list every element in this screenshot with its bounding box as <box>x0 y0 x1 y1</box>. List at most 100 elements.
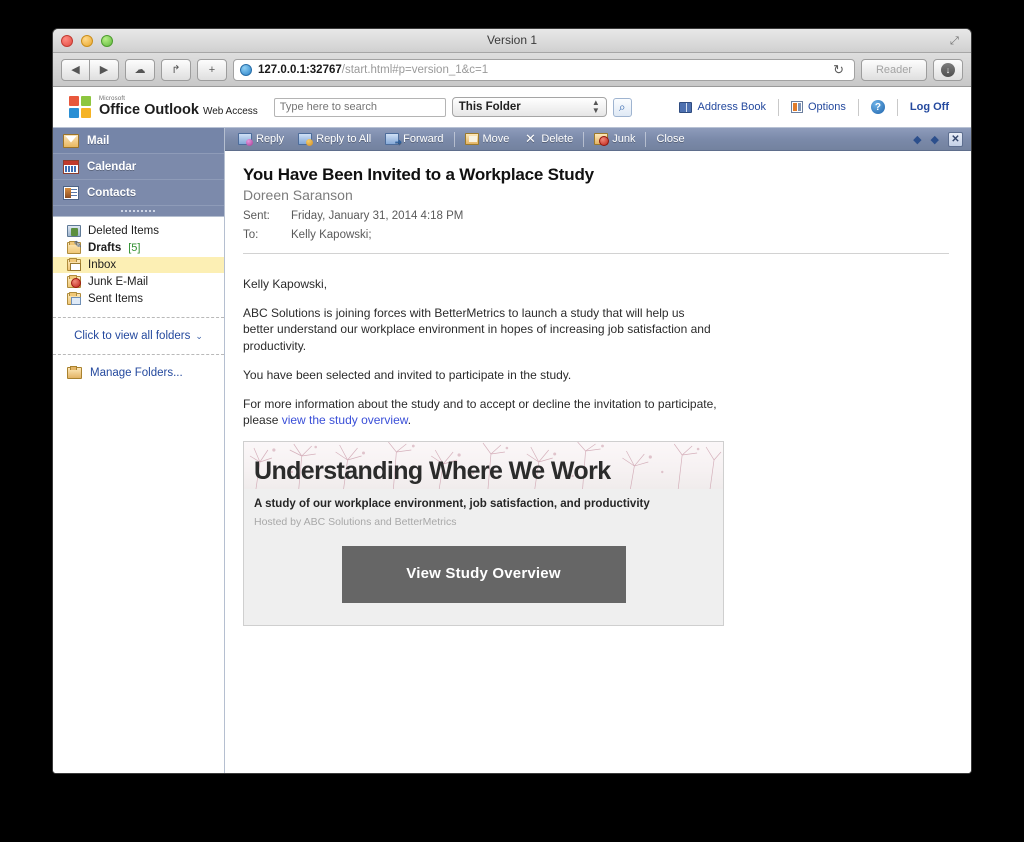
search-area: This Folder ▲▼ ⌕ <box>273 97 632 117</box>
divider <box>53 317 224 318</box>
reload-icon[interactable]: ↻ <box>833 62 844 78</box>
nav-resize-grip[interactable] <box>53 206 224 217</box>
sent-label: Sent: <box>243 210 270 222</box>
fullscreen-icon[interactable]: ⤢ <box>950 35 962 47</box>
options-link[interactable]: Options <box>779 101 858 113</box>
cloud-icon[interactable]: ☁ <box>125 58 155 81</box>
message-paragraph-2: You have been selected and invited to pa… <box>243 367 572 382</box>
to-label: To: <box>243 229 259 241</box>
url-host: 127.0.0.1:32767 <box>258 63 342 76</box>
message-to-row: To: Kelly Kapowski; <box>243 229 949 241</box>
header-links: Address Book Options ? Log Off <box>667 98 961 116</box>
view-all-folders-label: Click to view all folders <box>74 330 191 342</box>
forward-button[interactable]: Forward <box>378 130 450 149</box>
folder-label: Drafts <box>88 242 122 254</box>
search-icon: ⌕ <box>618 99 626 114</box>
folder-label: Deleted Items <box>88 225 159 237</box>
sidebar-item-label: Contacts <box>87 186 137 199</box>
divider <box>53 354 224 355</box>
message-body: Kelly Kapowski, ABC Solutions is joining… <box>243 276 949 626</box>
folder-sent-items[interactable]: Sent Items <box>53 291 224 307</box>
previous-item-icon[interactable]: ◆ <box>913 133 921 146</box>
module-nav: Mail Calendar Contacts <box>53 128 224 217</box>
chevron-updown-icon: ▲ ▼ <box>591 98 600 115</box>
sent-items-icon <box>67 292 81 305</box>
reply-all-button[interactable]: Reply to All <box>291 130 378 149</box>
message-sent-row: Sent: Friday, January 31, 2014 4:18 PM <box>243 210 949 222</box>
downloads-button[interactable]: ↓ <box>933 58 963 81</box>
forward-button[interactable]: ▶ <box>90 58 119 81</box>
promo-subtitle: A study of our workplace environment, jo… <box>254 498 650 511</box>
help-link[interactable]: ? <box>859 100 897 114</box>
promo-hero-image: Understanding Where We Work <box>244 442 723 490</box>
message-paragraph-3: For more information about the study and… <box>243 396 717 428</box>
divider <box>453 131 455 147</box>
sidebar-item-contacts[interactable]: Contacts <box>53 180 224 206</box>
folder-inbox[interactable]: Inbox <box>53 257 224 273</box>
folder-drafts[interactable]: Drafts [5] <box>53 240 224 256</box>
sidebar-item-label: Mail <box>87 134 110 147</box>
logo-suffix-text: Web Access <box>202 105 258 117</box>
search-scope-select[interactable]: This Folder ▲ ▼ <box>451 97 607 117</box>
close-button[interactable]: Close <box>649 130 691 149</box>
deleted-items-icon <box>67 225 81 237</box>
message-sender: Doreen Saranson <box>243 187 353 203</box>
search-input[interactable] <box>273 97 446 117</box>
paragraph-3-period: . <box>407 413 412 428</box>
window-title: Version 1 <box>486 33 538 47</box>
share-icon[interactable]: ↱ <box>161 58 191 81</box>
reply-button[interactable]: Reply <box>231 130 291 149</box>
log-off-label: Log Off <box>909 101 949 113</box>
sent-value: Friday, January 31, 2014 4:18 PM <box>291 210 464 222</box>
chevron-down-icon: ⌄ <box>195 330 203 341</box>
folder-junk-email[interactable]: Junk E-Mail <box>53 274 224 290</box>
message-subject: You Have Been Invited to a Workplace Stu… <box>243 165 594 184</box>
mail-icon <box>63 133 79 148</box>
new-tab-button[interactable]: + <box>197 58 227 81</box>
reader-button[interactable]: Reader <box>861 58 927 81</box>
page-content: Microsoft Office Outlook Web Access This… <box>53 87 971 773</box>
delete-icon: ✕ <box>524 131 536 146</box>
address-book-icon <box>679 101 693 113</box>
address-bar[interactable]: 127.0.0.1:32767 /start.html#p=version_1&… <box>233 58 855 81</box>
next-item-icon[interactable]: ◆ <box>931 133 939 146</box>
delete-button[interactable]: ✕ Delete <box>516 130 580 149</box>
folder-count: [5] <box>128 242 141 254</box>
help-icon: ? <box>870 100 885 114</box>
options-label: Options <box>807 101 846 113</box>
sidebar-item-mail[interactable]: Mail <box>53 128 224 154</box>
owa-header: Microsoft Office Outlook Web Access This… <box>53 87 971 128</box>
search-scope-value: This Folder <box>458 101 521 113</box>
view-study-overview-button[interactable]: View Study Overview <box>341 546 626 603</box>
back-button[interactable]: ◀ <box>61 58 90 81</box>
move-icon <box>464 133 479 145</box>
log-off-link[interactable]: Log Off <box>898 101 961 113</box>
manage-folders-link[interactable]: Manage Folders... <box>53 360 224 379</box>
drafts-icon <box>67 240 82 254</box>
address-book-link[interactable]: Address Book <box>667 101 777 113</box>
folder-label: Junk E-Mail <box>88 276 149 288</box>
folder-deleted-items[interactable]: Deleted Items <box>53 223 224 239</box>
close-message-icon[interactable]: ✕ <box>948 131 963 147</box>
window-titlebar: Version 1 ⤢ <box>53 29 971 53</box>
url-path: /start.html#p=version_1&c=1 <box>341 63 489 76</box>
owa-logo: Microsoft Office Outlook Web Access <box>67 94 258 120</box>
main-row: Mail Calendar Contacts Deleted Items ✎ D… <box>53 128 971 773</box>
calendar-icon <box>63 159 79 174</box>
promo-panel: Understanding Where We Work A study of o… <box>243 441 724 626</box>
message-toolbar: Reply Reply to All Forward Move <box>225 128 971 151</box>
view-all-folders-link[interactable]: Click to view all folders ⌄ <box>53 323 224 349</box>
message-nav: ◆ ◆ ✕ <box>913 131 965 147</box>
inbox-icon <box>67 258 81 271</box>
outlook-logo-icon <box>67 94 93 120</box>
reply-icon <box>238 133 253 146</box>
study-overview-link[interactable]: view the study overview <box>282 413 408 427</box>
move-button[interactable]: Move <box>458 130 517 149</box>
junk-button[interactable]: Junk <box>587 130 642 149</box>
download-icon: ↓ <box>941 62 955 77</box>
sidebar-item-calendar[interactable]: Calendar <box>53 154 224 180</box>
promo-title: Understanding Where We Work <box>254 456 611 485</box>
search-button[interactable]: ⌕ <box>612 97 632 117</box>
folder-list: Deleted Items Drafts [5] Inbox Junk E-Ma… <box>53 217 224 312</box>
close-label: Close <box>656 133 685 145</box>
